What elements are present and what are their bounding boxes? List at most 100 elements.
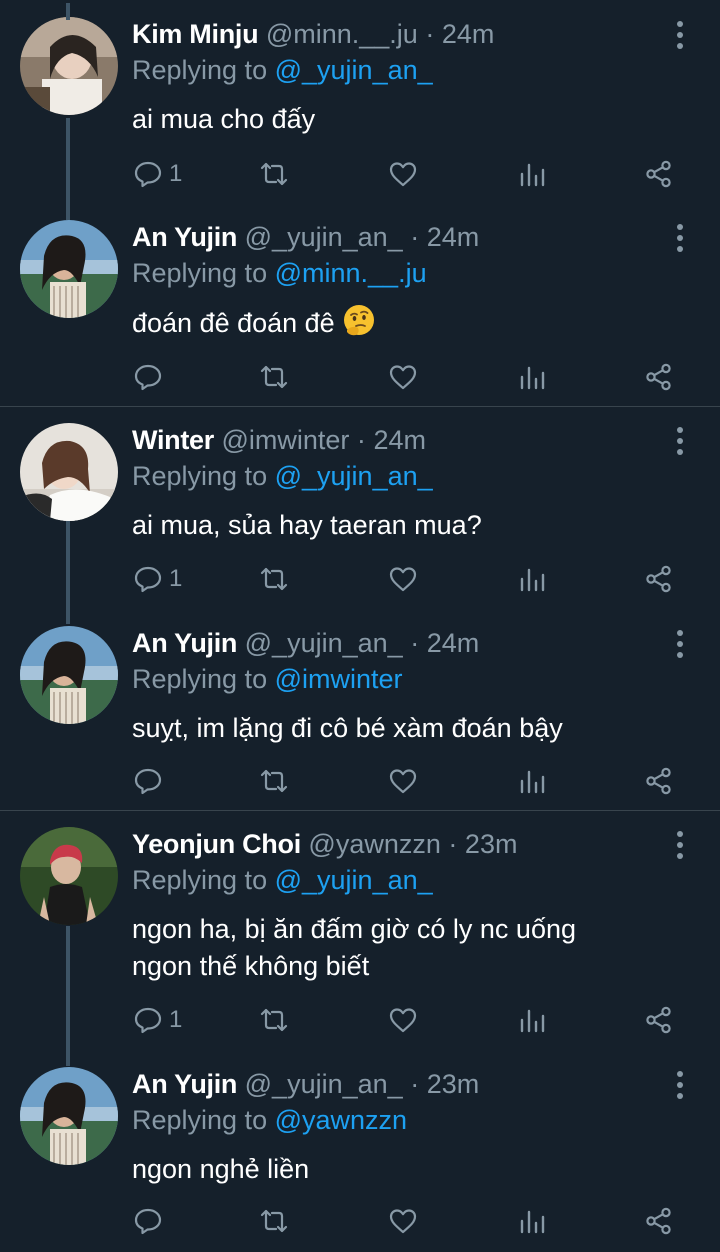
- retweet-icon: [260, 1008, 288, 1032]
- timestamp[interactable]: 24m: [442, 19, 495, 49]
- analytics-icon: [520, 770, 545, 794]
- author-handle[interactable]: @_yujin_an_: [245, 1069, 403, 1099]
- retweet-button[interactable]: [259, 1000, 289, 1040]
- avatar[interactable]: [20, 626, 118, 724]
- analytics-button[interactable]: [517, 1201, 547, 1241]
- share-button[interactable]: [644, 761, 674, 801]
- analytics-button[interactable]: [517, 357, 547, 397]
- like-button[interactable]: [388, 154, 418, 194]
- analytics-button[interactable]: [517, 761, 547, 801]
- timestamp[interactable]: 23m: [465, 829, 518, 859]
- timestamp[interactable]: 24m: [427, 222, 480, 252]
- retweet-button[interactable]: [259, 357, 289, 397]
- retweet-icon: [260, 162, 288, 186]
- more-icon[interactable]: [668, 18, 692, 52]
- like-button[interactable]: [388, 761, 418, 801]
- author-handle[interactable]: @imwinter: [221, 425, 349, 455]
- avatar[interactable]: [20, 423, 118, 521]
- like-button[interactable]: [388, 1201, 418, 1241]
- tweet[interactable]: An Yujin @_yujin_an_ · 24m Replying to @…: [0, 3, 720, 406]
- tweet-text: đoán đê đoán đê: [132, 308, 335, 338]
- like-icon: [389, 162, 417, 187]
- timestamp[interactable]: 23m: [427, 1069, 480, 1099]
- author-name[interactable]: Yeonjun Choi: [132, 829, 301, 859]
- share-icon: [646, 1207, 671, 1235]
- replying-label: Replying to: [132, 461, 268, 491]
- like-button[interactable]: [388, 357, 418, 397]
- author-handle[interactable]: @_yujin_an_: [245, 222, 403, 252]
- reply-button[interactable]: [133, 761, 169, 801]
- like-icon: [389, 1008, 417, 1033]
- analytics-icon: [520, 568, 545, 592]
- share-button[interactable]: [644, 1000, 674, 1040]
- author-name[interactable]: An Yujin: [132, 628, 237, 658]
- avatar[interactable]: [20, 827, 118, 925]
- tweet-text: ai mua cho đấy: [132, 104, 316, 134]
- share-icon: [646, 767, 671, 795]
- tweet[interactable]: An Yujin @_yujin_an_ · 24m Replying to @…: [0, 609, 720, 810]
- avatar[interactable]: [20, 220, 118, 318]
- tweet-text: ngon ha, bị ăn đấm giờ có ly nc uống ngo…: [132, 914, 576, 981]
- analytics-icon: [520, 1009, 545, 1033]
- mention-link[interactable]: @_yujin_an_: [275, 55, 433, 85]
- mention-link[interactable]: @imwinter: [275, 664, 403, 694]
- share-button[interactable]: [644, 154, 674, 194]
- share-button[interactable]: [644, 357, 674, 397]
- like-button[interactable]: [388, 559, 418, 599]
- author-name[interactable]: An Yujin: [132, 222, 237, 252]
- mention-link[interactable]: @_yujin_an_: [275, 865, 433, 895]
- tweet[interactable]: Winter @imwinter · 24m Replying to @_yuj…: [0, 406, 720, 624]
- share-button[interactable]: [644, 1201, 674, 1241]
- tweet-actions: [0, 357, 720, 397]
- tweet-actions: [0, 1201, 720, 1241]
- author-handle[interactable]: @minn.__.ju: [266, 19, 418, 49]
- analytics-button[interactable]: [517, 559, 547, 599]
- tweet-actions: 1: [0, 559, 720, 599]
- retweet-button[interactable]: [259, 1201, 289, 1241]
- more-icon[interactable]: [668, 627, 692, 661]
- mention-link[interactable]: @_yujin_an_: [275, 461, 433, 491]
- analytics-button[interactable]: [517, 1000, 547, 1040]
- avatar[interactable]: [20, 17, 118, 115]
- avatar[interactable]: [20, 1067, 118, 1165]
- separator: ·: [425, 19, 435, 49]
- reply-icon: [134, 768, 162, 795]
- timestamp[interactable]: 24m: [427, 628, 480, 658]
- retweet-button[interactable]: [259, 761, 289, 801]
- retweet-button[interactable]: [259, 559, 289, 599]
- reply-icon: [134, 161, 162, 188]
- reply-button[interactable]: 1: [133, 154, 182, 194]
- analytics-button[interactable]: [517, 154, 547, 194]
- tweet[interactable]: Yeonjun Choi @yawnzzn · 23m Replying to …: [0, 810, 720, 1066]
- retweet-icon: [260, 769, 288, 793]
- reply-button[interactable]: 1: [133, 559, 182, 599]
- like-icon: [389, 769, 417, 794]
- tweet[interactable]: Kim Minju @minn.__.ju · 24m Replying to …: [0, 0, 720, 220]
- reply-button[interactable]: [133, 1201, 169, 1241]
- tweet-actions: [0, 761, 720, 801]
- retweet-button[interactable]: [259, 154, 289, 194]
- author-handle[interactable]: @yawnzzn: [308, 829, 440, 859]
- author-name[interactable]: Kim Minju: [132, 19, 259, 49]
- reply-button[interactable]: 1: [133, 1000, 182, 1040]
- reply-icon: [134, 566, 162, 593]
- share-button[interactable]: [644, 559, 674, 599]
- reply-button[interactable]: [133, 357, 169, 397]
- author-name[interactable]: An Yujin: [132, 1069, 237, 1099]
- mention-link[interactable]: @minn.__.ju: [275, 258, 427, 288]
- more-icon[interactable]: [668, 1068, 692, 1102]
- author-name[interactable]: Winter: [132, 425, 214, 455]
- more-icon[interactable]: [668, 221, 692, 255]
- mention-link[interactable]: @yawnzzn: [275, 1105, 407, 1135]
- author-handle[interactable]: @_yujin_an_: [245, 628, 403, 658]
- thinking-face-emoji: [344, 305, 375, 336]
- separator: ·: [410, 222, 420, 252]
- analytics-icon: [520, 1210, 545, 1234]
- share-icon: [646, 160, 671, 188]
- tweet[interactable]: An Yujin @_yujin_an_ · 23m Replying to @…: [0, 1050, 720, 1252]
- more-icon[interactable]: [668, 828, 692, 862]
- timestamp[interactable]: 24m: [373, 425, 426, 455]
- like-button[interactable]: [388, 1000, 418, 1040]
- replying-to-line: Replying to @imwinter: [132, 664, 403, 695]
- more-icon[interactable]: [668, 424, 692, 458]
